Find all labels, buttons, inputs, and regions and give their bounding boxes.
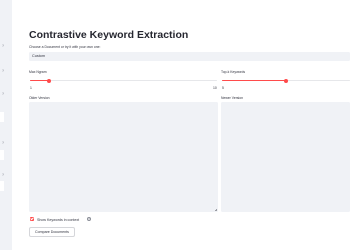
show-keywords-checkbox[interactable] [30,217,34,221]
top-k-min: 5 [222,86,224,90]
newer-version-textarea[interactable] [221,102,350,212]
top-k-thumb[interactable] [284,78,288,83]
help-icon[interactable]: ? [0,173,6,177]
page-title: Contrastive Keyword Extraction [29,29,189,41]
top-k-label: Top-k Keywords [221,70,246,74]
resize-handle[interactable] [215,209,217,211]
help-icon[interactable]: ? [0,44,6,48]
sidebar: ? ? ? ? ? [0,0,12,250]
max-ngram-min: 1 [30,86,32,90]
help-icon[interactable]: ? [0,69,6,73]
document-select-value: Custom [32,54,46,59]
max-ngram-label: Max Ngram [29,70,47,74]
sidebar-input[interactable] [0,181,4,191]
document-select-label: Choose a Document or try it with your ow… [29,45,101,49]
max-ngram-slider[interactable] [30,78,217,83]
max-ngram-max: 10 [213,86,217,90]
compare-documents-button[interactable]: Compare Documents [29,227,75,237]
top-k-slider[interactable] [222,78,350,83]
show-keywords-label: Show Keywords in context [37,217,80,222]
max-ngram-fill [30,80,49,82]
top-k-fill [222,80,286,82]
help-icon[interactable]: ? [0,141,6,145]
older-version-textarea[interactable] [29,102,218,212]
older-version-label: Older Version [29,96,50,100]
sidebar-input[interactable] [0,112,4,122]
sidebar-input[interactable] [0,150,4,160]
help-icon[interactable]: ? [0,92,6,96]
max-ngram-thumb[interactable] [46,78,51,83]
document-select[interactable]: Custom [29,52,350,61]
help-icon[interactable]: ? [87,217,91,221]
newer-version-label: Newer Version [221,96,244,100]
